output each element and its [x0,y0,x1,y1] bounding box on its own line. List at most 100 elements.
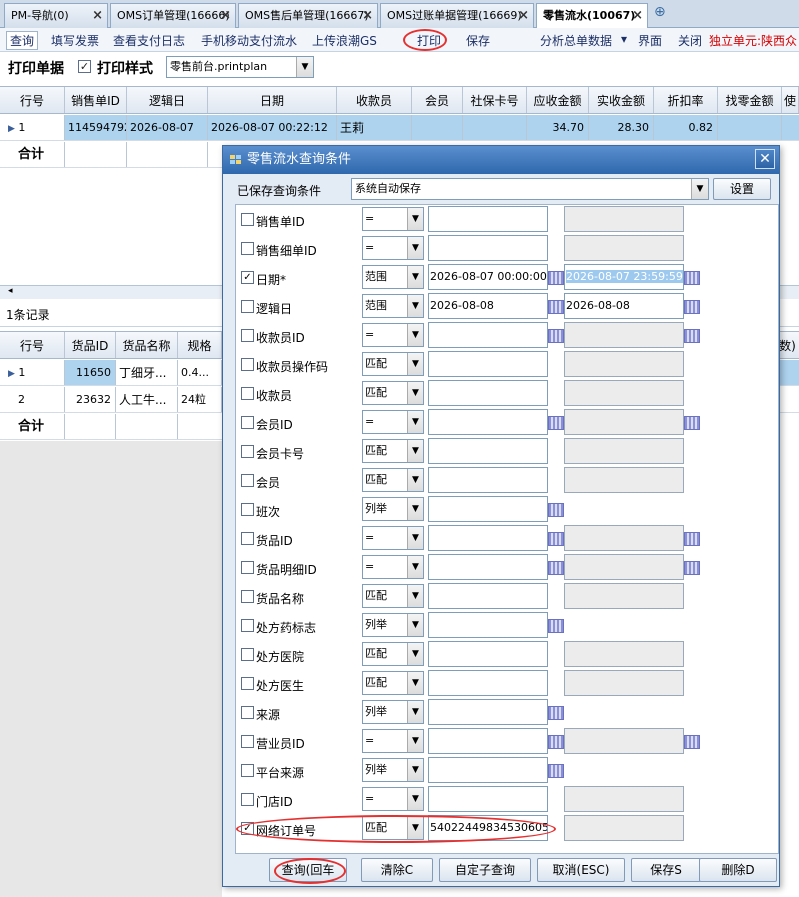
criteria-checkbox[interactable] [241,416,254,429]
value-to-input[interactable] [564,728,684,754]
value-to-input[interactable] [564,525,684,551]
value-to-input[interactable]: 2026-08-07 23:59:59 [564,264,684,290]
value-from-input[interactable] [428,438,548,464]
operator-select[interactable]: 匹配 ▼ [362,381,424,405]
col-header[interactable]: 货品ID [65,332,116,358]
custom-subquery-button[interactable]: 自定子查询 [439,858,531,882]
col-header[interactable]: 社保卡号 [463,87,527,113]
col-header[interactable]: 日期 [208,87,337,113]
operator-select[interactable]: = ▼ [362,207,424,231]
value-from-input[interactable] [428,728,548,754]
value-from-input[interactable]: 2026-08-08 [428,293,548,319]
calendar-icon[interactable] [684,561,700,575]
scroll-left-icon[interactable]: ◂ [8,286,13,296]
col-header[interactable]: 使 [782,87,799,113]
value-from-input[interactable] [428,496,548,522]
criteria-checkbox[interactable] [241,561,254,574]
fill-invoice-button[interactable]: 填写发票 [51,32,99,49]
col-header[interactable]: 找零金额 [718,87,782,113]
operator-select[interactable]: = ▼ [362,526,424,550]
operator-select[interactable]: 匹配 ▼ [362,671,424,695]
value-from-input[interactable] [428,380,548,406]
col-header[interactable]: 货品名称 [116,332,178,358]
value-from-input[interactable] [428,206,548,232]
pay-log-button[interactable]: 查看支付日志 [113,32,185,49]
close-icon[interactable]: × [518,4,529,27]
operator-select[interactable]: = ▼ [362,236,424,260]
value-from-input[interactable] [428,322,548,348]
operator-select[interactable]: 范围 ▼ [362,294,424,318]
print-style-select[interactable]: 零售前台.printplan ▼ [166,56,314,78]
value-from-input[interactable] [428,786,548,812]
value-from-input[interactable] [428,409,548,435]
clear-button[interactable]: 清除C [361,858,433,882]
value-to-input[interactable] [564,467,684,493]
value-to-input[interactable] [564,351,684,377]
calendar-icon[interactable] [548,416,564,430]
criteria-checkbox[interactable] [241,532,254,545]
calendar-icon[interactable] [684,416,700,430]
save-query-button[interactable]: 保存S [631,858,701,882]
value-to-input[interactable] [564,206,684,232]
calendar-icon[interactable] [684,271,700,285]
operator-select[interactable]: 列举 ▼ [362,758,424,782]
calendar-icon[interactable] [684,300,700,314]
value-to-input[interactable] [564,583,684,609]
calendar-icon[interactable] [548,271,564,285]
calendar-icon[interactable] [548,503,564,517]
value-from-input[interactable] [428,612,548,638]
operator-select[interactable]: 列举 ▼ [362,497,424,521]
settings-button[interactable]: 设置 [713,178,771,200]
operator-select[interactable]: = ▼ [362,410,424,434]
operator-select[interactable]: 列举 ▼ [362,613,424,637]
criteria-checkbox[interactable] [241,735,254,748]
value-from-input[interactable] [428,351,548,377]
value-to-input[interactable] [564,670,684,696]
col-header[interactable]: 会员 [412,87,463,113]
analyze-button[interactable]: 分析总单数据 [540,32,612,49]
value-to-input[interactable] [564,641,684,667]
calendar-icon[interactable] [548,561,564,575]
table-row[interactable]: ▶ 1 114594792 2026-08-07 2026-08-07 00:2… [0,115,799,141]
value-to-input[interactable] [564,815,684,841]
calendar-icon[interactable] [548,300,564,314]
col-header[interactable]: 销售单ID [65,87,127,113]
calendar-icon[interactable] [548,619,564,633]
calendar-icon[interactable] [548,329,564,343]
operator-select[interactable]: = ▼ [362,787,424,811]
value-from-input[interactable] [428,525,548,551]
col-header[interactable]: 行号 [0,87,65,113]
query-button[interactable]: 查询 [6,31,39,50]
value-from-input[interactable] [428,699,548,725]
criteria-checkbox[interactable] [241,677,254,690]
dialog-titlebar[interactable]: 零售流水查询条件 ✕ [223,146,779,174]
close-icon[interactable]: ✕ [755,149,775,169]
operator-select[interactable]: = ▼ [362,729,424,753]
tab-oms-orders[interactable]: OMS订单管理(16666) × [110,3,236,28]
criteria-checkbox[interactable] [241,445,254,458]
save-button[interactable]: 保存 [466,32,490,49]
criteria-checkbox[interactable] [241,706,254,719]
criteria-checkbox[interactable] [241,358,254,371]
ui-button[interactable]: 界面 [638,32,662,49]
criteria-checkbox[interactable] [241,590,254,603]
operator-select[interactable]: 范围 ▼ [362,265,424,289]
criteria-checkbox[interactable] [241,213,254,226]
col-header[interactable]: 规格 [178,332,222,358]
calendar-icon[interactable] [684,532,700,546]
value-to-input[interactable] [564,235,684,261]
criteria-checkbox[interactable] [241,474,254,487]
close-icon[interactable]: × [220,4,231,27]
delete-button[interactable]: 删除D [699,858,777,882]
col-header[interactable]: 逻辑日 [127,87,208,113]
criteria-checkbox[interactable] [241,503,254,516]
col-header[interactable]: 收款员 [337,87,412,113]
tab-oms-posting[interactable]: OMS过账单据管理(16669) × [380,3,534,28]
criteria-checkbox[interactable] [241,764,254,777]
value-from-input[interactable] [428,641,548,667]
value-from-input[interactable] [428,467,548,493]
saved-query-select[interactable]: 系统自动保存 ▼ [351,178,709,200]
criteria-checkbox[interactable] [241,329,254,342]
criteria-checkbox[interactable] [241,648,254,661]
tab-pm-nav[interactable]: PM-导航(0) × [4,3,108,28]
